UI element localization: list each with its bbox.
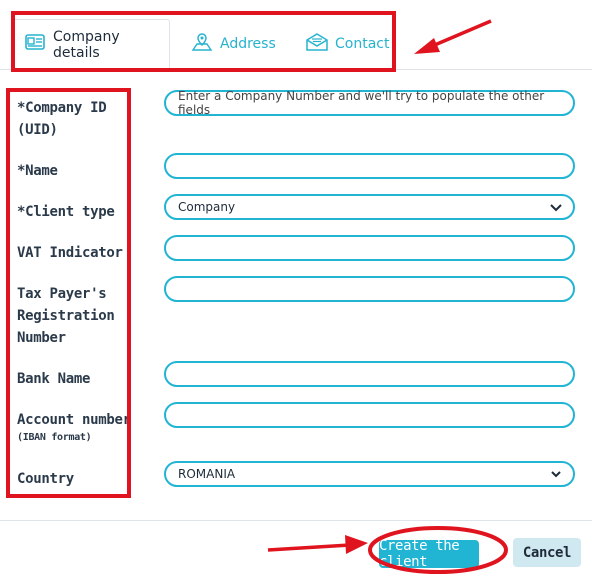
required-marker: *	[17, 100, 26, 116]
envelope-icon	[305, 32, 329, 56]
company-id-placeholder: Enter a Company Number and we'll try to …	[178, 89, 545, 117]
create-client-button[interactable]: Create the client	[379, 538, 479, 570]
tab-label: Address	[220, 36, 276, 52]
account-number-input[interactable]	[164, 402, 575, 428]
bank-name-label: Bank Name	[17, 371, 91, 387]
company-id-input[interactable]: Enter a Company Number and we'll try to …	[164, 89, 575, 117]
company-card-icon	[23, 33, 47, 57]
company-id-label-uid: (UID)	[17, 122, 58, 138]
tab-label: Contact	[335, 36, 390, 52]
name-input[interactable]	[164, 153, 575, 179]
name-label: *Name	[17, 160, 58, 182]
vat-input[interactable]	[164, 235, 575, 261]
client-type-label: *Client type	[17, 201, 115, 223]
required-marker: *	[17, 163, 26, 179]
map-pin-icon	[190, 32, 214, 56]
client-type-value: Company	[178, 200, 236, 214]
vat-label: VAT Indicator	[17, 245, 123, 261]
country-value: ROMANIA	[178, 467, 236, 481]
chevron-down-icon	[550, 204, 562, 212]
tab-address[interactable]: Address	[190, 19, 276, 69]
tab-company-details[interactable]: Company details	[13, 19, 170, 71]
tax-payer-input[interactable]	[164, 276, 575, 302]
form-footer	[0, 520, 592, 574]
country-label: Country	[17, 471, 74, 487]
client-type-label-text: Client type	[25, 204, 115, 220]
client-type-select[interactable]: Company	[164, 194, 575, 220]
chevron-down-icon	[551, 471, 561, 478]
tax-payer-label-line1: Tax Payer's	[17, 286, 107, 302]
company-id-label: *Company ID (UID)	[17, 97, 107, 141]
country-select[interactable]: ROMANIA	[164, 461, 575, 487]
account-number-hint: (IBAN format)	[17, 432, 92, 443]
required-marker: *	[17, 204, 26, 220]
tab-contact[interactable]: Contact	[305, 19, 389, 69]
bank-name-input[interactable]	[164, 361, 575, 387]
name-label-text: Name	[25, 163, 58, 179]
account-number-label: Account number (IBAN format)	[17, 409, 131, 445]
tax-payer-label-line3: Number	[17, 330, 66, 346]
tab-bar: Company details Address Contact	[0, 0, 592, 71]
company-id-label-text: Company ID	[25, 100, 107, 116]
tax-payer-label: Tax Payer's Registration Number	[17, 283, 115, 349]
tab-label: Company details	[53, 29, 120, 61]
cancel-button[interactable]: Cancel	[513, 538, 581, 567]
tax-payer-label-line2: Registration	[17, 308, 115, 324]
account-number-label-text: Account number	[17, 412, 131, 428]
